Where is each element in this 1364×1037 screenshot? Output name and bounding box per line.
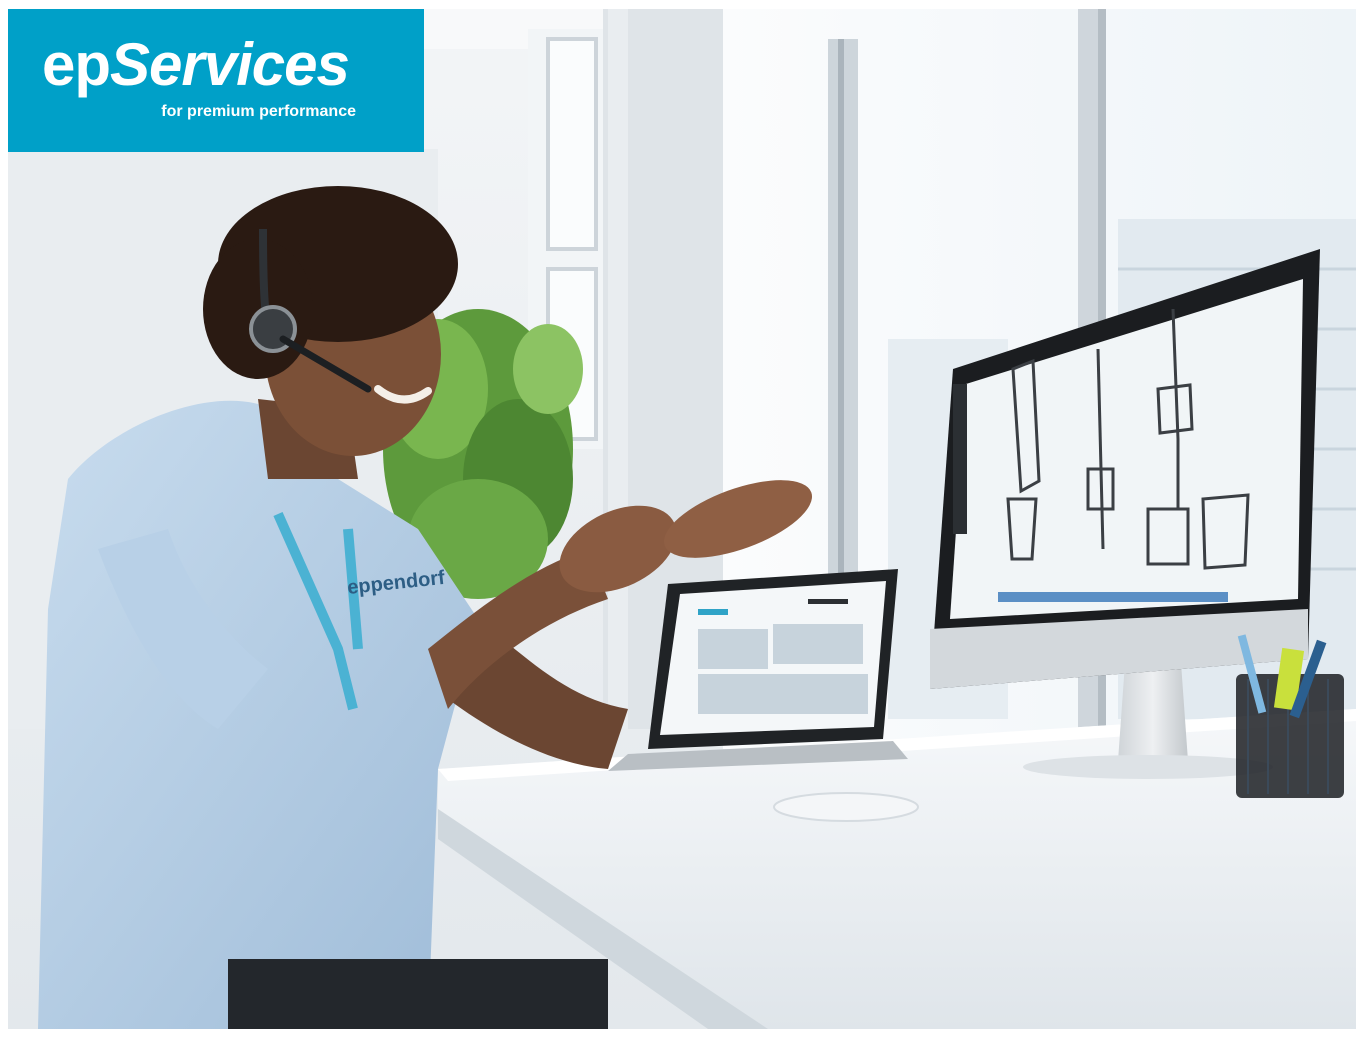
photo-scene: eppendorf bbox=[8, 9, 1356, 1029]
brand-tagline: for premium performance bbox=[161, 103, 356, 120]
office-photo: eppendorf bbox=[8, 9, 1356, 1029]
epservices-logo-box: epServices for premium performance bbox=[8, 9, 424, 152]
brand-prefix: ep bbox=[42, 31, 111, 98]
brand-suffix: Services bbox=[110, 31, 350, 98]
brand-title: epServices bbox=[42, 35, 350, 95]
mouse bbox=[773, 792, 919, 822]
